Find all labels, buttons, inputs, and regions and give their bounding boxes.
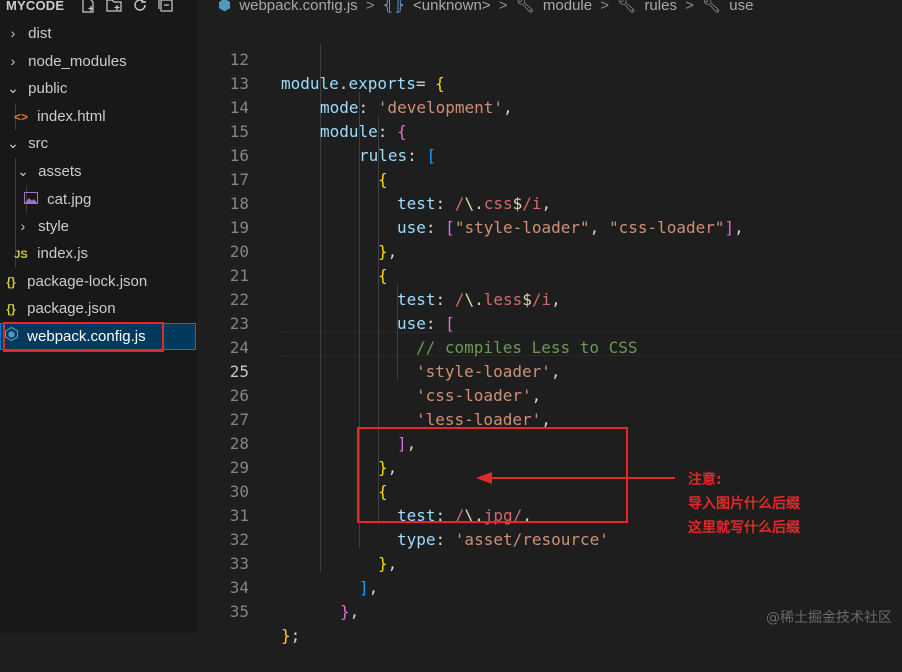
- annotation-note: 注意: 导入图片什么后缀 这里就写什么后缀: [688, 468, 800, 540]
- tree-item-label: dist: [28, 25, 52, 42]
- code-line: 20 {: [197, 216, 902, 285]
- code-line: 16 {: [197, 120, 902, 189]
- code-line-active: 25 'css-loader',: [197, 336, 902, 405]
- tree-folder-style[interactable]: › style: [16, 213, 69, 240]
- breadcrumb-item[interactable]: webpack.config.js: [239, 0, 357, 14]
- chevron-right-icon: ›: [20, 218, 26, 234]
- tree-file-cat-jpg[interactable]: cat.jpg: [22, 186, 91, 213]
- wrench-icon: 🔧︎: [617, 0, 637, 14]
- wrench-icon: 🔧︎: [515, 0, 535, 14]
- code-text: };: [281, 626, 301, 645]
- code-line: 24 'style-loader',: [197, 312, 902, 381]
- code-line: 34 },: [197, 552, 902, 621]
- tree-file-package-lock-json[interactable]: {} package-lock.json: [2, 268, 147, 295]
- wrench-icon: 🔧︎: [702, 0, 722, 14]
- chevron-right-icon: ›: [10, 53, 16, 69]
- webpack-file-icon: ⬢: [218, 0, 232, 14]
- explorer-actions: [80, 0, 174, 13]
- breadcrumb-separator: >: [498, 0, 508, 14]
- explorer-header: MYCODE: [0, 0, 197, 18]
- tree-item-label: cat.jpg: [47, 191, 92, 208]
- tree-folder-src[interactable]: ⌄ src: [6, 130, 48, 157]
- code-line: 14 module: {: [197, 72, 902, 141]
- tree-folder-node-modules[interactable]: › node_modules: [6, 48, 127, 75]
- code-line: 19 },: [197, 192, 902, 261]
- code-line: 15 rules: [: [197, 96, 902, 165]
- code-line: 35 };: [197, 576, 902, 645]
- tree-item-label: style: [38, 218, 70, 235]
- html-file-icon: <>: [13, 110, 28, 124]
- refresh-icon[interactable]: [132, 0, 148, 13]
- braces-icon: ⦃⦄: [382, 0, 405, 14]
- tree-item-label: src: [28, 135, 49, 152]
- code-line: 12 module.exports= {: [197, 24, 902, 93]
- annotation-arrow: [476, 472, 675, 484]
- json-file-icon: {}: [6, 275, 16, 289]
- tree-folder-dist[interactable]: › dist: [6, 20, 52, 47]
- breadcrumb-item[interactable]: <unknown>: [413, 0, 491, 14]
- chevron-right-icon: ›: [10, 25, 16, 41]
- tree-item-label: node_modules: [28, 53, 127, 70]
- tree-file-index-html[interactable]: <> index.html: [12, 103, 106, 130]
- breadcrumb-separator: >: [685, 0, 694, 14]
- tree-folder-assets[interactable]: ⌄ assets: [16, 158, 82, 185]
- chevron-down-icon: ⌄: [7, 80, 19, 96]
- tree-folder-public[interactable]: ⌄ public: [6, 75, 67, 102]
- breadcrumb-separator: >: [600, 0, 610, 14]
- code-line: 17 test: /\.css$/i,: [197, 144, 902, 213]
- breadcrumb-item[interactable]: module: [543, 0, 592, 14]
- chevron-down-icon: ⌄: [7, 135, 19, 151]
- new-file-icon[interactable]: [80, 0, 96, 13]
- tree-item-label: index.js: [37, 245, 89, 262]
- javascript-file-icon: JS: [14, 249, 28, 261]
- breadcrumb-separator: >: [365, 0, 375, 14]
- tree-item-label: index.html: [37, 108, 106, 125]
- highlight-box-file: [3, 322, 164, 352]
- tree-item-label: package-lock.json: [27, 273, 148, 290]
- tree-item-label: assets: [38, 163, 82, 180]
- code-line: 23 // compiles Less to CSS: [197, 288, 902, 357]
- code-editor[interactable]: 12 module.exports= { 13 mode: 'developme…: [197, 20, 902, 645]
- code-line: 22 use: [: [197, 264, 902, 333]
- code-line: 21 test: /\.less$/i,: [197, 240, 902, 309]
- breadcrumb: ⬢ webpack.config.js > ⦃⦄ <unknown> > 🔧︎ …: [218, 0, 757, 14]
- watermark: @稀土掘金技术社区: [766, 610, 892, 626]
- annotation-line: 这里就写什么后缀: [688, 520, 800, 536]
- code-line: 27 ],: [197, 384, 902, 453]
- json-file-icon: {}: [6, 302, 16, 316]
- code-line: 13 mode: 'development',: [197, 48, 902, 117]
- breadcrumb-item[interactable]: use: [729, 0, 753, 14]
- breadcrumb-item[interactable]: rules: [644, 0, 677, 14]
- explorer-sidebar: MYCODE › dist › node_modules ⌄ public <>…: [0, 0, 197, 633]
- tree-item-label: package.json: [27, 300, 116, 317]
- tree-item-label: public: [28, 80, 68, 97]
- chevron-down-icon: ⌄: [17, 163, 29, 179]
- tree-file-package-json[interactable]: {} package.json: [2, 295, 116, 322]
- collapse-icon[interactable]: [158, 0, 174, 13]
- explorer-title: MYCODE: [6, 0, 65, 13]
- code-line: 18 use: ["style-loader", "css-loader"],: [197, 168, 902, 237]
- new-folder-icon[interactable]: [106, 0, 122, 13]
- image-file-icon: [22, 187, 40, 214]
- annotation-line: 导入图片什么后缀: [688, 496, 800, 512]
- annotation-line: 注意:: [688, 472, 722, 488]
- code-text: },: [340, 602, 360, 621]
- tree-file-index-js[interactable]: JS index.js: [12, 240, 88, 267]
- line-number: 35: [229, 602, 249, 621]
- code-line: 26 'less-loader',: [197, 360, 902, 429]
